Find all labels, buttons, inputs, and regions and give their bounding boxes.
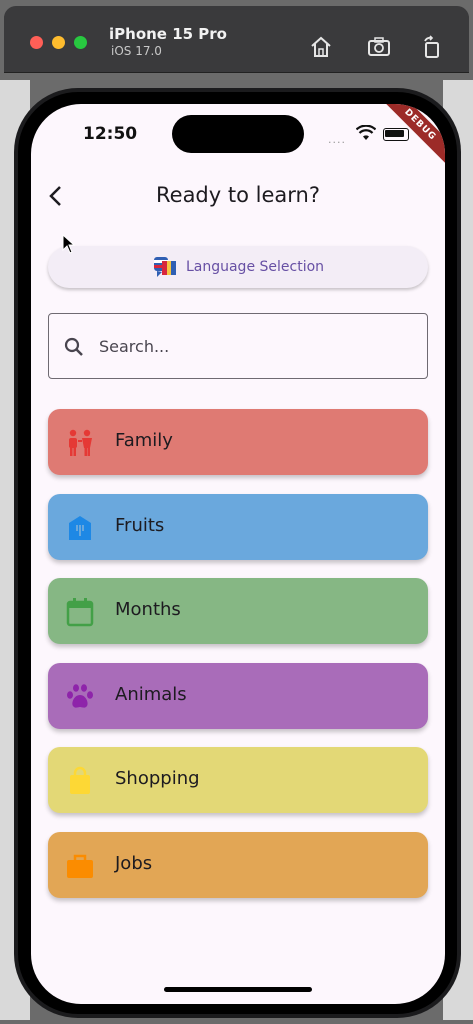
simulator-title-bar: iPhone 15 Pro iOS 17.0 xyxy=(4,6,469,72)
category-label: Jobs xyxy=(115,853,153,874)
search-icon xyxy=(64,337,83,356)
zoom-window-button[interactable] xyxy=(74,36,87,49)
battery-icon xyxy=(383,128,409,141)
dynamic-island xyxy=(172,115,304,153)
category-jobs[interactable]: Jobs xyxy=(48,832,428,898)
page-title: Ready to learn? xyxy=(156,183,320,207)
category-animals[interactable]: Animals xyxy=(48,663,428,729)
paw-icon xyxy=(67,684,93,708)
category-label: Fruits xyxy=(115,515,165,536)
wifi-icon xyxy=(356,125,376,140)
category-label: Months xyxy=(115,599,181,620)
language-selection-label: Language Selection xyxy=(185,259,325,275)
device-name: iPhone 15 Pro xyxy=(109,25,227,43)
family-icon xyxy=(69,429,92,456)
search-input[interactable] xyxy=(97,314,411,378)
home-indicator[interactable] xyxy=(164,987,312,992)
category-months[interactable]: Months xyxy=(48,578,428,644)
language-flags-icon xyxy=(153,257,176,277)
category-label: Shopping xyxy=(115,768,200,789)
category-fruits[interactable]: Fruits xyxy=(48,494,428,560)
category-family[interactable]: Family xyxy=(48,409,428,475)
os-version: iOS 17.0 xyxy=(111,44,162,58)
app-screen: 12:50 .... DEBUG Ready to learn? Languag… xyxy=(31,104,445,1004)
category-label: Animals xyxy=(115,684,187,705)
language-selection-button[interactable]: Language Selection xyxy=(48,246,428,288)
rotate-icon[interactable] xyxy=(419,34,445,60)
signal-icon: .... xyxy=(328,133,346,146)
calendar-icon xyxy=(66,598,94,627)
category-label: Family xyxy=(115,430,173,451)
fruits-icon xyxy=(69,516,91,540)
briefcase-icon xyxy=(67,854,93,878)
mouse-cursor-icon xyxy=(62,234,76,254)
minimize-window-button[interactable] xyxy=(52,36,65,49)
status-time: 12:50 xyxy=(83,124,138,144)
search-field[interactable] xyxy=(48,313,428,379)
shopping-bag-icon xyxy=(70,766,90,794)
category-shopping[interactable]: Shopping xyxy=(48,747,428,813)
close-window-button[interactable] xyxy=(30,36,43,49)
home-icon[interactable] xyxy=(308,34,334,60)
screenshot-icon[interactable] xyxy=(366,34,392,60)
